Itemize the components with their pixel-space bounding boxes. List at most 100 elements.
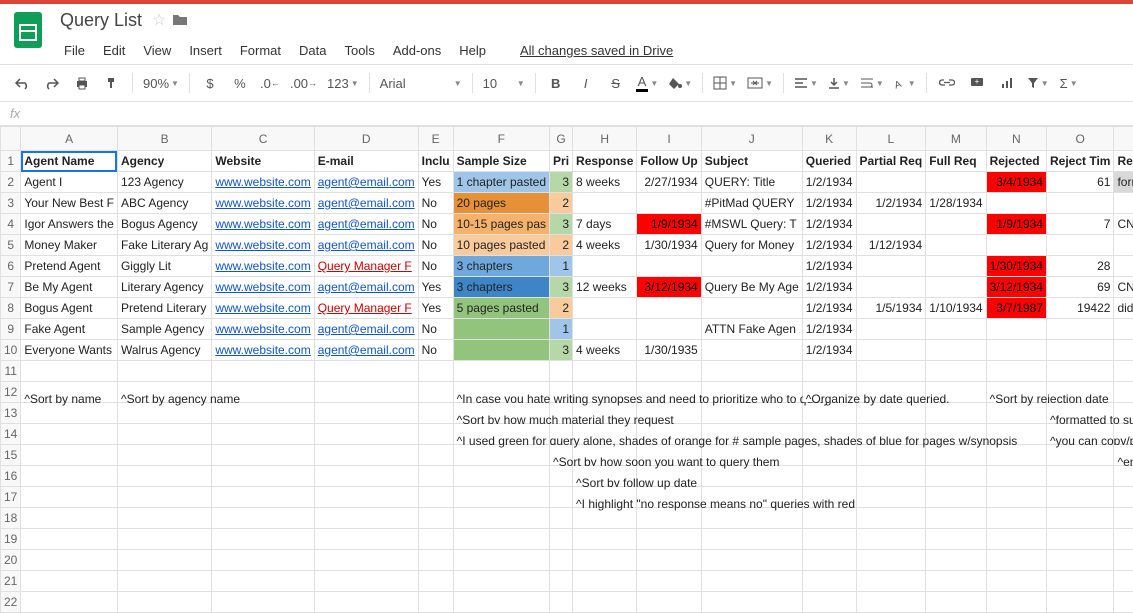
row-header[interactable]: 1 [1,151,21,172]
header-cell[interactable]: Inclu [418,151,453,172]
cell[interactable] [926,529,986,550]
cell[interactable]: agent@email.com [314,319,418,340]
cell[interactable] [701,550,802,571]
row-header[interactable]: 17 [1,487,21,508]
cell[interactable]: Your New Best F [21,193,118,214]
cell[interactable] [926,256,986,277]
cell[interactable]: 1/30/1934 [637,235,701,256]
cell[interactable]: www.website.com [212,256,314,277]
cell[interactable]: 123 Agency [117,172,211,193]
cell[interactable] [802,529,856,550]
cell[interactable] [453,550,549,571]
cell[interactable] [1114,592,1133,613]
link-button[interactable] [933,70,961,96]
cell[interactable] [926,361,986,382]
cell[interactable]: 1/2/1934 [802,256,856,277]
cell[interactable]: ^I used green for query alone, shades of… [453,424,549,445]
cell[interactable] [1114,319,1133,340]
cell[interactable]: www.website.com [212,235,314,256]
cell[interactable] [1046,361,1113,382]
cell[interactable]: www.website.com [212,277,314,298]
cell[interactable] [856,214,926,235]
cell[interactable]: No [418,256,453,277]
cell[interactable] [926,550,986,571]
cell[interactable] [418,424,453,445]
row-header[interactable]: 20 [1,550,21,571]
cell[interactable] [856,592,926,613]
cell[interactable] [117,508,211,529]
cell[interactable] [986,235,1046,256]
header-cell[interactable]: Full Req [926,151,986,172]
rotate-button[interactable]: A▼ [890,70,920,96]
cell[interactable] [117,466,211,487]
cell[interactable]: ABC Agency [117,193,211,214]
cell[interactable]: 4 weeks [573,235,637,256]
format-percent[interactable]: % [226,70,254,96]
cell[interactable] [701,256,802,277]
cell[interactable] [1114,256,1133,277]
cell[interactable] [418,403,453,424]
cell[interactable]: Pretend Agent [21,256,118,277]
cell[interactable]: ^Sort by how soon you want to query them [550,445,573,466]
cell[interactable]: Query Be My Age [701,277,802,298]
cell[interactable] [926,487,986,508]
cell[interactable] [117,487,211,508]
cell[interactable] [21,571,118,592]
row-header[interactable]: 18 [1,508,21,529]
cell[interactable] [550,487,573,508]
menu-file[interactable]: File [56,39,93,62]
zoom-select[interactable]: 90%▼ [139,70,183,96]
cell[interactable]: Agent I [21,172,118,193]
cell[interactable] [986,340,1046,361]
cell[interactable] [314,466,418,487]
cell[interactable]: Yes [418,298,453,319]
header-cell[interactable]: Reject Tim [1046,151,1113,172]
merge-button[interactable]: ▼ [743,70,777,96]
cell[interactable] [1046,571,1113,592]
cell[interactable]: #MSWL Query: T [701,214,802,235]
cell[interactable] [701,592,802,613]
row-header[interactable]: 7 [1,277,21,298]
cell[interactable] [986,487,1046,508]
format-currency[interactable]: $ [196,70,224,96]
menu-help[interactable]: Help [451,39,494,62]
cell[interactable]: Giggly Lit [117,256,211,277]
cell[interactable]: 1/2/1934 [802,172,856,193]
cell[interactable]: 3/12/1934 [986,277,1046,298]
cell[interactable]: Walrus Agency [117,340,211,361]
cell[interactable] [314,550,418,571]
cell[interactable] [314,487,418,508]
cell[interactable]: 1/2/1934 [802,214,856,235]
header-cell[interactable]: Subject [701,151,802,172]
cell[interactable]: 8 weeks [573,172,637,193]
row-header[interactable]: 10 [1,340,21,361]
cell[interactable]: 10-15 pages pas [453,214,549,235]
cell[interactable] [926,172,986,193]
cell[interactable] [21,361,118,382]
cell[interactable] [573,592,637,613]
cell[interactable] [1046,592,1113,613]
strikethrough-button[interactable]: S [602,70,630,96]
cell[interactable] [453,466,549,487]
more-formats[interactable]: 123▼ [323,70,363,96]
cell[interactable] [550,361,573,382]
cell[interactable]: 7 [1046,214,1113,235]
cell[interactable] [453,508,549,529]
header-cell[interactable]: Partial Req [856,151,926,172]
cell[interactable] [986,319,1046,340]
cell[interactable] [1114,571,1133,592]
cell[interactable]: 2 [550,193,573,214]
row-header[interactable]: 2 [1,172,21,193]
cell[interactable]: 1/2/1934 [802,319,856,340]
cell[interactable] [117,424,211,445]
cell[interactable] [802,466,856,487]
cell[interactable]: 1/5/1934 [856,298,926,319]
cell[interactable]: ^Sort by rejection date [986,382,1046,403]
cell[interactable]: www.website.com [212,172,314,193]
cell[interactable]: Bogus Agent [21,298,118,319]
cell[interactable] [1114,193,1133,214]
cell[interactable] [314,445,418,466]
comment-button[interactable]: + [963,70,991,96]
cell[interactable] [212,529,314,550]
cell[interactable] [1114,361,1133,382]
